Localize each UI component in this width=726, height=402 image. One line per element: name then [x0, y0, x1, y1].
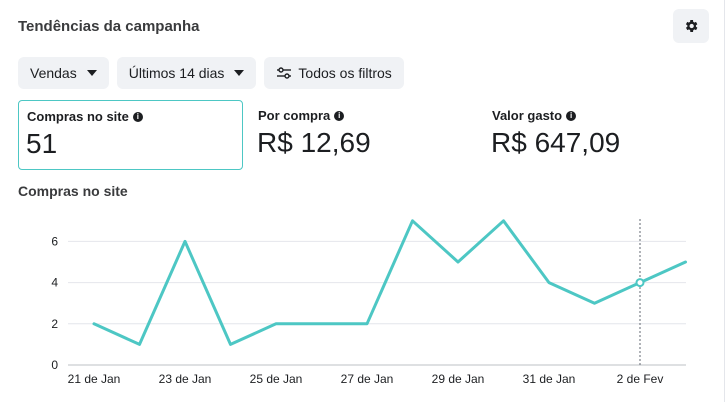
sliders-icon: [277, 67, 292, 79]
chart-title: Compras no site: [18, 183, 128, 199]
x-tick-label: 23 de Jan: [159, 372, 212, 386]
filter-bar: Vendas Últimos 14 dias Todos os filtros: [18, 57, 404, 89]
settings-button[interactable]: [673, 9, 709, 43]
x-tick-label: 31 de Jan: [523, 372, 576, 386]
metric-value: 51: [26, 128, 58, 159]
line-chart[interactable]: 0 2 4 6 21 de Jan 23 de Jan 25 de Jan 27 de Jan…: [0, 205, 726, 402]
metric-dropdown-label: Vendas: [30, 65, 77, 81]
metric-label: Compras no site: [27, 109, 129, 124]
metric-dropdown[interactable]: Vendas: [18, 57, 109, 89]
caret-down-icon: [234, 70, 245, 76]
y-tick-label: 4: [51, 276, 58, 290]
date-range-dropdown[interactable]: Últimos 14 dias: [116, 57, 257, 89]
x-tick-label: 25 de Jan: [250, 372, 303, 386]
gear-icon: [685, 20, 698, 32]
info-icon[interactable]: i: [132, 111, 143, 122]
x-tick-label: 27 de Jan: [341, 372, 394, 386]
y-tick-label: 6: [51, 234, 58, 248]
x-tick-label: 21 de Jan: [68, 372, 121, 386]
card-title: Tendências da campanha: [18, 18, 200, 35]
campaign-trends-card: Tendências da campanha Vendas Últimos 14…: [0, 0, 725, 402]
metric-card-amount-spent[interactable]: Valor gasto i R$ 647,09: [484, 100, 709, 170]
metric-value: R$ 647,09: [491, 127, 621, 158]
x-tick-label: 29 de Jan: [432, 372, 485, 386]
caret-down-icon: [86, 70, 97, 76]
info-icon[interactable]: i: [566, 110, 577, 121]
metric-label: Valor gasto: [492, 108, 563, 123]
metric-label: Por compra: [258, 108, 331, 123]
metric-card-site-purchases[interactable]: Compras no site i 51: [18, 100, 243, 170]
info-icon[interactable]: i: [334, 110, 345, 121]
all-filters-button[interactable]: Todos os filtros: [264, 57, 404, 89]
metric-value: R$ 12,69: [257, 127, 371, 158]
y-tick-label: 0: [51, 358, 58, 372]
highlight-point: [635, 278, 645, 288]
metric-card-per-purchase[interactable]: Por compra i R$ 12,69: [250, 100, 475, 170]
all-filters-label: Todos os filtros: [298, 65, 392, 81]
x-tick-label: 2 de Fev: [617, 372, 664, 386]
date-range-label: Últimos 14 dias: [128, 65, 225, 81]
y-tick-label: 2: [51, 317, 58, 331]
